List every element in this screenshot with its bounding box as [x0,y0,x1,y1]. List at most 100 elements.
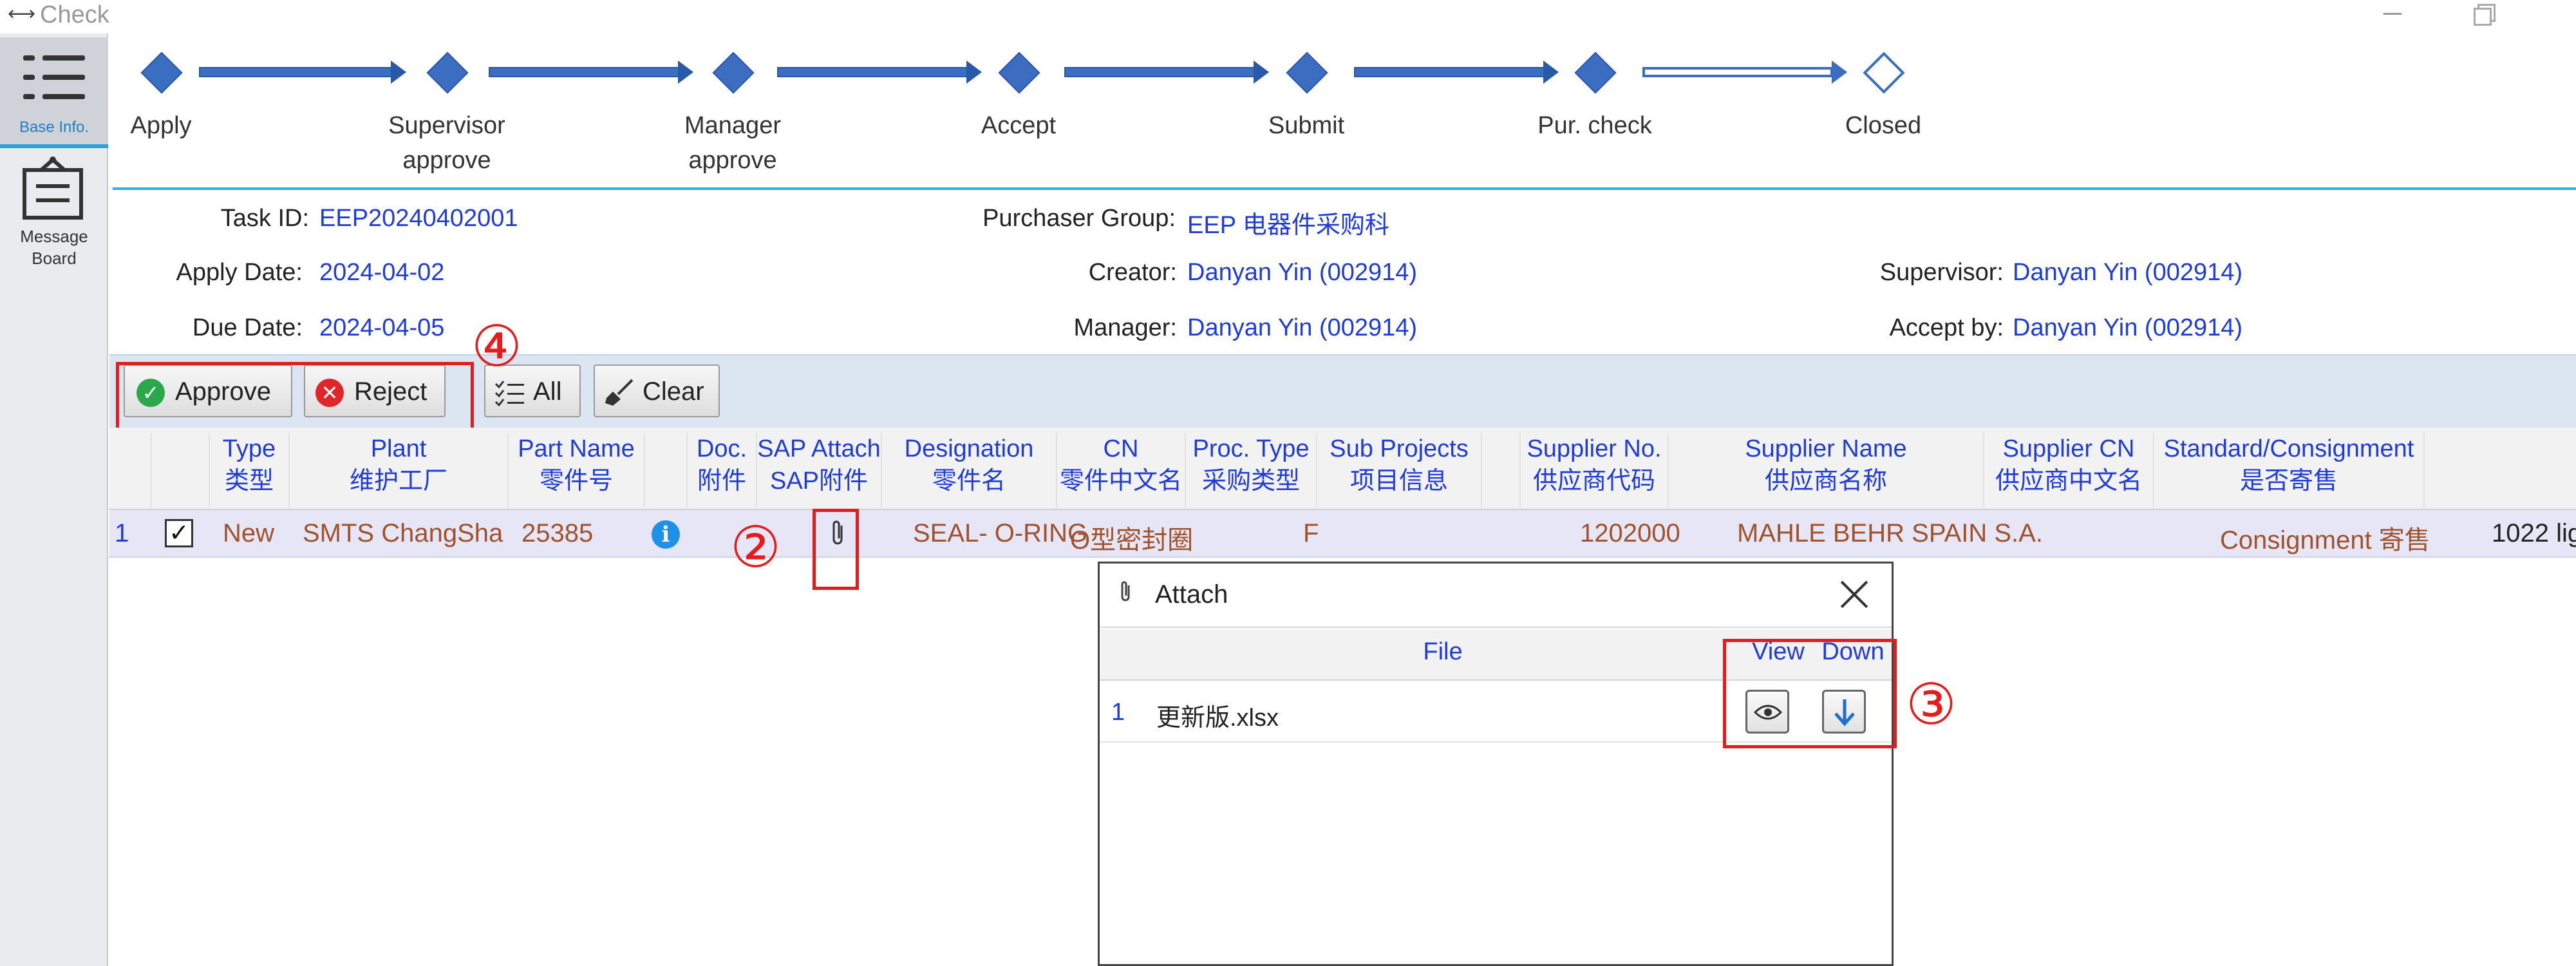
clipboard-icon [23,156,83,220]
step-arrow [1354,61,1560,84]
parts-table: Type 类型 Plant 维护工厂 Part Name 零件号 Doc. 附件 SAP… [109,428,2576,560]
column-header[interactable]: Part Name 零件号 [509,433,645,507]
step-label: Accept [981,112,1057,139]
step-arrow [489,61,695,84]
accept-by-value: Danyan Yin (002914) [2013,314,2243,341]
nav-label-line: Board [32,249,77,268]
cell-supplier-no: 1202000 [1580,519,1680,547]
step-arrow [199,61,409,84]
row-number: 1 [115,519,129,547]
checklist-icon [494,381,524,407]
cell-supplier-name: MAHLE BEHR SPAIN S.A. [1737,519,2043,547]
dialog-title-bar: Attach [1100,564,1892,628]
cell-part-name: 25385 [522,519,594,547]
app-icon: ⟷ [8,3,36,24]
column-header[interactable]: Supplier No. 供应商代码 [1521,433,1669,507]
column-header[interactable]: Designation 零件名 [882,433,1057,507]
column-header[interactable]: Type 类型 [210,433,290,507]
column-header[interactable]: Supplier Name 供应商名称 [1669,433,1984,507]
column-header[interactable]: CN 零件中文名 [1057,433,1186,507]
info-icon[interactable]: i [652,520,680,549]
step-label: Supervisor approve [388,112,505,174]
left-nav: Base Info. Message Board [0,33,108,966]
cell-plant: SMTS ChangSha [303,519,503,547]
header-rownum [109,433,152,507]
creator-label: Creator: [1088,259,1177,286]
column-header[interactable]: SAP Attach SAP附件 [757,433,882,507]
step-label: Pur. check [1537,112,1652,139]
step-node-accept [998,52,1040,94]
column-header[interactable]: Proc. Type 采购类型 [1186,433,1317,507]
supervisor-label: Supervisor: [1879,259,2004,286]
cell-extra: 1022 lig [2492,519,2576,547]
step-label: Submit [1268,112,1345,139]
supervisor-value: Danyan Yin (002914) [2013,259,2243,286]
step-node-pur-check [1574,52,1617,94]
column-header-file[interactable]: File [1143,638,1742,666]
annotation-4: ④ [471,313,522,379]
row-checkbox[interactable]: ✓ [165,519,193,547]
paperclip-icon [1119,580,1133,609]
apply-date-label: Apply Date: [176,259,303,286]
annotation-box-3 [1723,639,1897,748]
creator-value: Danyan Yin (002914) [1187,259,1418,286]
window-title: Check [40,1,109,28]
cell-type: New [223,519,275,547]
step-node-submit [1286,52,1328,94]
column-header[interactable]: Sub Projects 项目信息 [1317,433,1482,507]
clear-label: Clear [643,377,704,406]
step-node-manager [712,52,755,94]
attach-dialog: Attach File View Down 1 更新版.xlsx [1098,562,1894,966]
column-header[interactable]: Supplier CN 供应商中文名 [1984,433,2154,507]
purchaser-group-value: EEP 电器件采购科 [1187,212,1389,239]
step-node-apply [140,52,183,94]
annotation-box-4 [116,362,474,431]
list-icon [23,52,88,107]
annotation-2: ② [730,514,781,580]
manager-label: Manager: [1073,314,1177,341]
table-header: Type 类型 Plant 维护工厂 Part Name 零件号 Doc. 附件 SAP… [109,428,2576,510]
workflow-progress: Apply Supervisor approve Manager approve A… [113,32,2576,190]
table-row[interactable]: 1 ✓ New SMTS ChangSha 25385 i SEAL- O-RI… [109,510,2576,558]
step-node-closed [1863,52,1905,94]
step-node-supervisor [426,52,469,94]
step-arrow-pending [1642,61,1848,84]
task-id-label: Task ID: [220,205,309,232]
cell-proc-type: F [1303,519,1319,547]
column-header[interactable] [1482,433,1521,507]
column-header[interactable]: Doc. 附件 [688,433,757,507]
nav-label-line: Message [20,227,88,246]
cell-cn: O型密封圈 [1070,526,1194,554]
clear-button[interactable]: Clear [594,365,720,417]
title-bar: ⟷ Check [0,0,2576,31]
due-date-label: Due Date: [192,314,303,341]
column-header[interactable]: Plant 维护工厂 [290,433,509,507]
restore-button[interactable] [2466,0,2498,26]
step-label: Apply [130,112,192,139]
due-date-value: 2024-04-05 [319,314,445,341]
step-label: Closed [1845,112,1922,139]
cell-consignment: Consignment 寄售 [2220,526,2430,554]
nav-board-label: Message Board [0,225,108,269]
header-check [152,433,210,507]
row-number: 1 [1111,699,1125,726]
step-arrow [1064,61,1270,84]
task-id-value: EEP20240402001 [319,205,518,232]
annotation-3: ③ [1906,671,1957,737]
apply-date-value: 2024-04-02 [319,259,445,286]
file-name: 更新版.xlsx [1156,705,1279,732]
minimize-button[interactable] [2376,0,2408,26]
annotation-box-2 [813,509,859,590]
column-header[interactable]: Standard/Consignment 是否寄售 [2154,433,2425,507]
cell-designation: SEAL- O-RING [913,519,1088,547]
accept-by-label: Accept by: [1889,314,2004,341]
all-label: All [533,377,562,406]
step-label: Manager approve [684,112,781,174]
dialog-title: Attach [1155,580,1228,609]
step-arrow [777,61,983,84]
broom-icon [605,379,634,406]
column-header[interactable] [645,433,688,507]
close-icon[interactable] [1840,579,1870,609]
manager-value: Danyan Yin (002914) [1187,314,1418,341]
purchaser-group-label: Purchaser Group: [982,205,1176,232]
